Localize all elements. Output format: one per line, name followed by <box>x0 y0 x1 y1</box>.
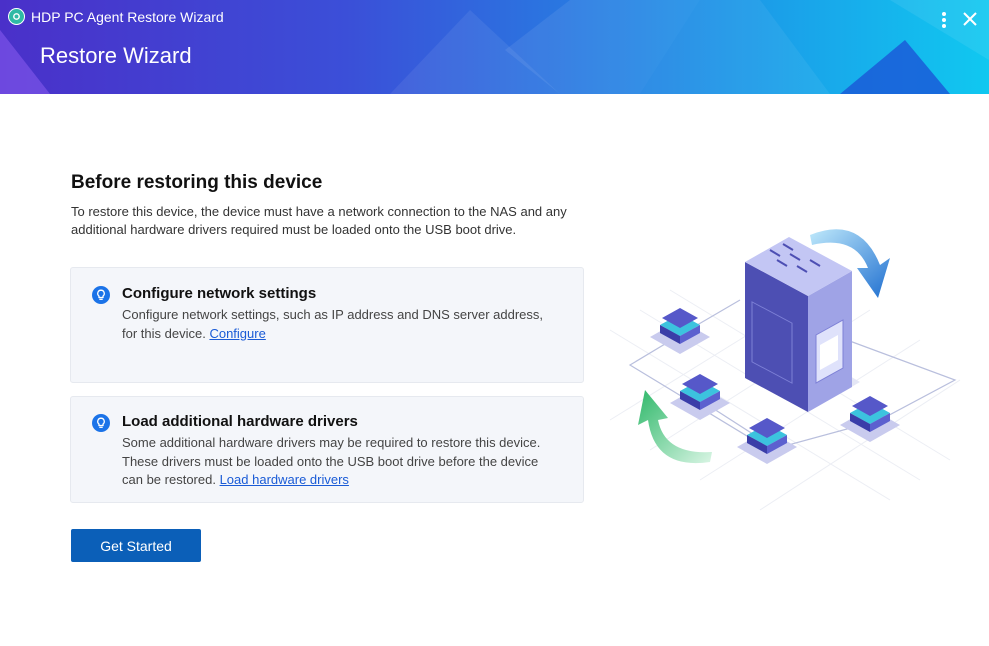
close-button[interactable] <box>960 9 980 29</box>
close-icon <box>963 12 977 26</box>
lightbulb-icon <box>92 286 110 304</box>
configure-link[interactable]: Configure <box>209 326 265 341</box>
page-description: To restore this device, the device must … <box>71 204 567 237</box>
server-network-illustration <box>609 229 961 511</box>
network-settings-card: Configure network settings Configure net… <box>70 267 584 383</box>
hardware-drivers-card: Load additional hardware drivers Some ad… <box>70 396 584 503</box>
card-text: Configure network settings, such as IP a… <box>122 306 552 343</box>
card-title: Load additional hardware drivers <box>122 413 358 430</box>
page-heading: Before restoring this device <box>71 172 323 193</box>
card-title: Configure network settings <box>122 285 317 302</box>
lightbulb-icon <box>92 414 110 432</box>
more-vertical-icon <box>942 12 946 28</box>
get-started-button[interactable]: Get Started <box>71 529 201 562</box>
load-hardware-drivers-link[interactable]: Load hardware drivers <box>220 472 349 487</box>
card-text: Some additional hardware drivers may be … <box>122 434 552 490</box>
more-options-button[interactable] <box>935 10 953 30</box>
app-title: HDP PC Agent Restore Wizard <box>31 9 224 25</box>
title-bar: HDP PC Agent Restore Wizard Restore Wiza… <box>0 0 989 94</box>
wizard-title: Restore Wizard <box>40 43 192 68</box>
card-body: Configure network settings, such as IP a… <box>122 307 544 341</box>
app-logo-icon <box>8 8 25 25</box>
